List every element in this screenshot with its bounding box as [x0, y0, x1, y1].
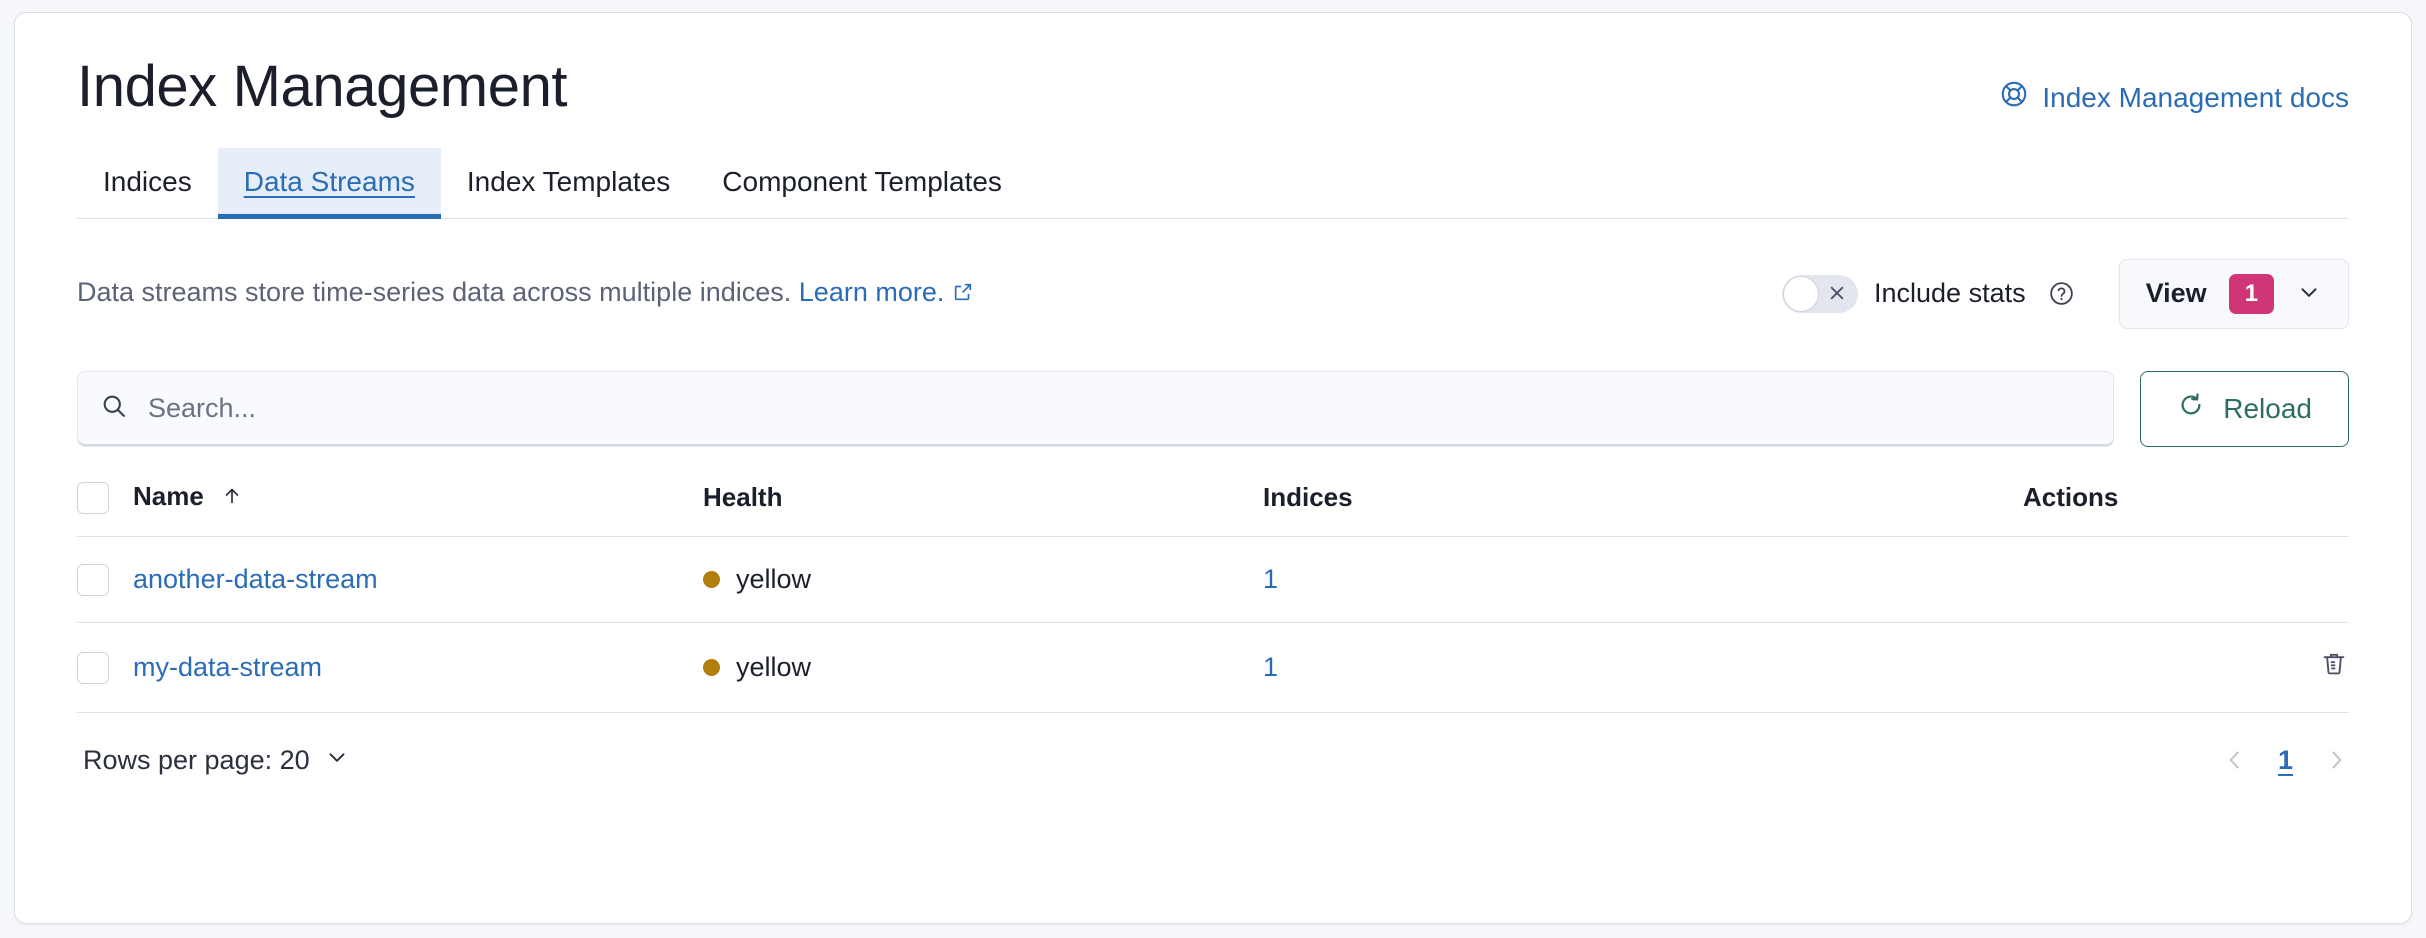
row-select-cell [77, 537, 133, 623]
row-select-cell [77, 622, 133, 712]
column-header-actions: Actions [2023, 481, 2349, 537]
question-circle-icon[interactable] [2048, 280, 2075, 307]
table-body: another-data-stream yellow 1 [77, 537, 2349, 713]
toggle-knob [1783, 276, 1819, 312]
health-status-label: yellow [736, 564, 811, 595]
external-link-icon [952, 279, 974, 310]
chevron-down-icon [2296, 279, 2322, 308]
rows-per-page-selector[interactable]: Rows per page: 20 [77, 743, 356, 778]
indices-count-link[interactable]: 1 [1263, 652, 1278, 682]
table-header: Name Health Indices Actions [77, 481, 2349, 537]
row-health-cell: yellow [703, 622, 1263, 712]
include-stats-control: Include stats [1782, 275, 2075, 313]
row-actions-cell [2023, 622, 2349, 712]
tab-indices[interactable]: Indices [77, 148, 218, 218]
learn-more-label: Learn more. [799, 277, 945, 307]
pagination-page-1[interactable]: 1 [2278, 745, 2293, 776]
data-stream-link[interactable]: my-data-stream [133, 652, 322, 682]
tab-bar: Indices Data Streams Index Templates Com… [77, 148, 2349, 219]
page-title: Index Management [77, 57, 567, 118]
table-row: my-data-stream yellow 1 [77, 622, 2349, 712]
row-indices-cell: 1 [1263, 537, 2023, 623]
include-stats-label: Include stats [1874, 278, 2026, 309]
page-header: Index Management Index Management docs [77, 13, 2349, 118]
tab-component-templates[interactable]: Component Templates [696, 148, 1028, 218]
view-button-label: View [2146, 278, 2207, 309]
column-header-name-label: Name [133, 481, 204, 511]
column-header-indices[interactable]: Indices [1263, 481, 2023, 537]
health-status-label: yellow [736, 652, 811, 683]
indices-count-link[interactable]: 1 [1263, 564, 1278, 594]
reload-button-label: Reload [2223, 393, 2312, 425]
view-button[interactable]: View 1 [2119, 259, 2349, 329]
index-management-docs-link[interactable]: Index Management docs [1999, 79, 2349, 116]
description-text: Data streams store time-series data acro… [77, 277, 974, 310]
column-header-health[interactable]: Health [703, 481, 1263, 537]
table-row: another-data-stream yellow 1 [77, 537, 2349, 623]
search-icon [100, 392, 128, 425]
chevron-down-icon [324, 744, 350, 777]
table-footer: Rows per page: 20 1 [77, 743, 2349, 778]
refresh-icon [2177, 391, 2205, 426]
tab-data-streams[interactable]: Data Streams [218, 148, 441, 218]
row-checkbox[interactable] [77, 564, 109, 596]
lifebuoy-icon [1999, 79, 2029, 116]
pagination: 1 [2222, 745, 2349, 776]
toggle-off-x-icon [1827, 283, 1847, 303]
row-indices-cell: 1 [1263, 622, 2023, 712]
learn-more-link[interactable]: Learn more. [799, 277, 945, 307]
arrow-up-icon [221, 483, 243, 513]
description-and-controls-row: Data streams store time-series data acro… [77, 259, 2349, 329]
right-controls: Include stats View 1 [1782, 259, 2349, 329]
view-filter-count-badge: 1 [2229, 274, 2274, 314]
description-sentence: Data streams store time-series data acro… [77, 277, 791, 307]
index-management-card: Index Management Index Management docs [14, 12, 2412, 924]
row-name-cell: my-data-stream [133, 622, 703, 712]
include-stats-toggle[interactable] [1782, 275, 1858, 313]
search-input[interactable] [146, 392, 2091, 425]
table-header-row: Name Health Indices Actions [77, 481, 2349, 537]
search-box[interactable] [77, 371, 2114, 447]
health-status-dot [703, 571, 720, 588]
delete-data-stream-button[interactable] [2319, 649, 2349, 679]
tab-index-templates[interactable]: Index Templates [441, 148, 696, 218]
row-name-cell: another-data-stream [133, 537, 703, 623]
row-health-cell: yellow [703, 537, 1263, 623]
page-background: Index Management Index Management docs [0, 0, 2426, 938]
docs-link-label: Index Management docs [2042, 82, 2349, 114]
select-all-checkbox[interactable] [77, 482, 109, 514]
rows-per-page-label: Rows per page: 20 [83, 745, 310, 776]
select-all-header [77, 481, 133, 537]
search-row: Reload [77, 371, 2349, 447]
chevron-left-icon[interactable] [2222, 747, 2248, 773]
data-streams-table: Name Health Indices Actions [77, 481, 2349, 713]
column-header-name[interactable]: Name [133, 481, 703, 537]
chevron-right-icon[interactable] [2323, 747, 2349, 773]
trash-icon [2319, 667, 2349, 682]
data-stream-link[interactable]: another-data-stream [133, 564, 378, 594]
row-checkbox[interactable] [77, 652, 109, 684]
health-status-dot [703, 659, 720, 676]
reload-button[interactable]: Reload [2140, 371, 2349, 447]
row-actions-cell [2023, 537, 2349, 623]
